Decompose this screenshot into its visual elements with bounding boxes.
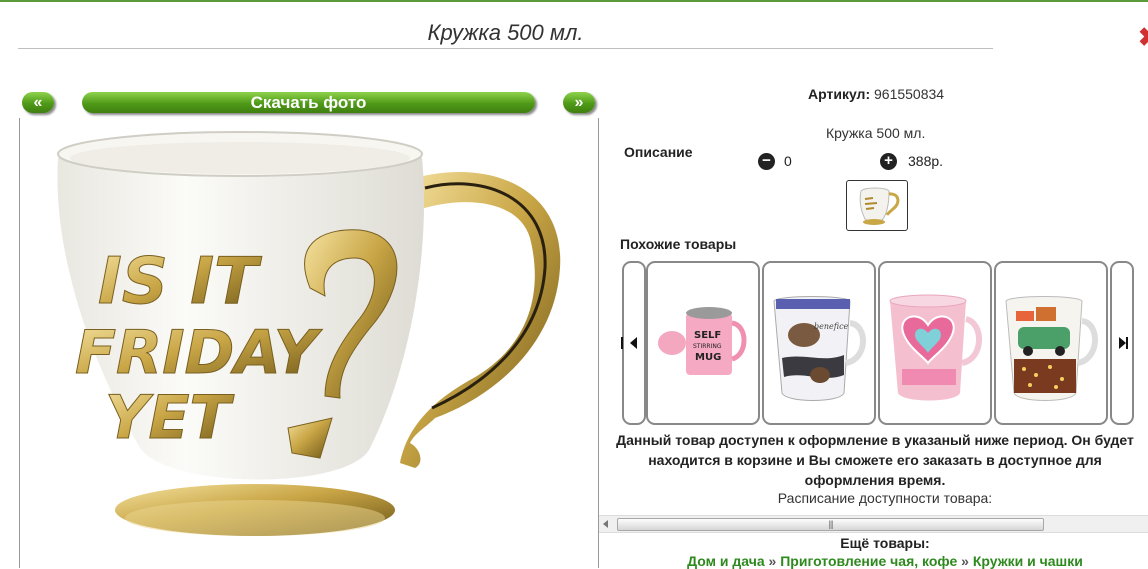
carousel-next-icon xyxy=(1119,337,1128,349)
car-print-mug-image xyxy=(1005,296,1098,401)
similar-item-self-stirring-mug[interactable]: SELF STIRRING MUG xyxy=(646,261,760,425)
pink-heart-mug-image xyxy=(889,294,982,401)
breadcrumb-link-tea-coffee[interactable]: Приготовление чая, кофе xyxy=(780,553,957,569)
article-label: Артикул: xyxy=(808,86,871,102)
increase-quantity-icon[interactable]: + xyxy=(880,153,897,170)
self-stirring-mug-image: SELF STIRRING MUG xyxy=(658,307,747,375)
horizontal-scrollbar[interactable]: ||| xyxy=(599,515,1148,533)
self-mug-text-3: MUG xyxy=(695,352,721,363)
availability-notice: Данный товар доступен к оформление в ука… xyxy=(616,432,1134,488)
thumbnail-mug-image xyxy=(859,187,900,225)
similar-item-mug-car-print[interactable] xyxy=(994,261,1108,425)
title-divider xyxy=(18,48,993,49)
breadcrumb-link-mugs-cups[interactable]: Кружки и чашки xyxy=(973,553,1083,569)
self-mug-text-1: SELF xyxy=(694,330,721,341)
more-products-label: Ещё товары: xyxy=(840,535,930,551)
mug-text-line-3: YET xyxy=(105,383,234,453)
similar-item-mug-blue-print[interactable]: benefice xyxy=(762,261,876,425)
quantity-value: 0 xyxy=(784,153,792,169)
prev-photo-button[interactable]: « xyxy=(22,92,54,113)
availability-schedule-label: Расписание доступности товара: xyxy=(777,490,993,506)
mug-text-line-2: FRIDAY xyxy=(75,318,323,388)
blue-print-mug-image: benefice xyxy=(773,296,866,401)
scrollbar-thumb[interactable]: ||| xyxy=(617,518,1044,531)
brand-text: benefice xyxy=(814,322,849,331)
article-number: Артикул: 961550834 xyxy=(808,86,944,102)
carousel-prev-icon xyxy=(621,337,637,349)
next-photo-button[interactable]: » xyxy=(563,92,595,113)
article-value: 961550834 xyxy=(874,86,945,102)
breadcrumb: Дом и дача » Приготовление чая, кофе » К… xyxy=(605,553,1148,569)
decrease-quantity-icon[interactable]: − xyxy=(758,153,775,170)
scroll-left-icon[interactable] xyxy=(603,520,608,528)
download-photo-button[interactable]: Скачать фото xyxy=(82,92,535,113)
self-mug-text-2: STIRRING xyxy=(693,343,722,350)
mug-image: IS IT FRIDAY YET xyxy=(57,131,561,536)
carousel-next-button[interactable] xyxy=(1110,261,1134,425)
close-icon[interactable]: ✖ xyxy=(1138,24,1148,50)
similar-item-mug-pink-heart[interactable] xyxy=(878,261,992,425)
top-border xyxy=(0,0,1148,2)
breadcrumb-link-home-garden[interactable]: Дом и дача xyxy=(687,553,765,569)
page-title: Кружка 500 мл. xyxy=(427,20,584,45)
similar-products-label: Похожие товары xyxy=(620,236,737,252)
carousel-prev-button[interactable] xyxy=(621,261,646,425)
breadcrumb-separator: » xyxy=(961,553,969,569)
breadcrumb-separator: » xyxy=(768,553,777,569)
product-thumbnail[interactable] xyxy=(846,180,908,231)
product-photo: IS IT FRIDAY YET xyxy=(19,118,599,568)
description-value: Кружка 500 мл. xyxy=(826,125,926,141)
price-value: 388р. xyxy=(908,153,944,169)
mug-text-line-1: IS IT xyxy=(98,245,262,319)
description-label: Описание xyxy=(624,144,693,160)
